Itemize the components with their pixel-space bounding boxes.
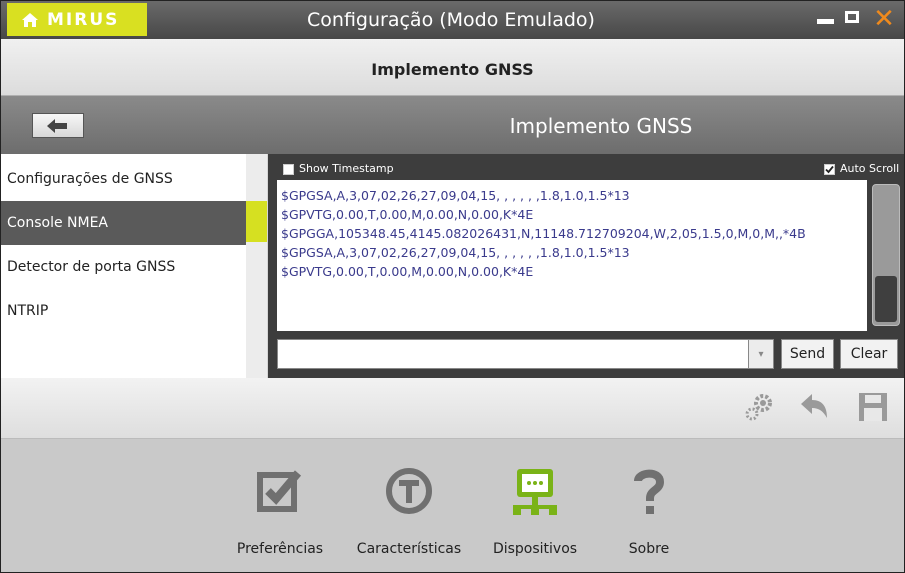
auto-scroll-label: Auto Scroll: [840, 162, 900, 175]
nav-label: Dispositivos: [492, 541, 578, 557]
nav-preferences[interactable]: Preferências: [220, 465, 340, 557]
log-line: $GPGSA,A,3,07,02,26,27,09,04,15, , , , ,…: [281, 188, 630, 203]
network-device-icon: [513, 469, 557, 515]
question-icon: [634, 469, 665, 514]
menu-item-ntrip[interactable]: NTRIP: [1, 289, 246, 333]
app-logo[interactable]: MIRUS: [7, 3, 147, 36]
maximize-button[interactable]: [845, 11, 859, 23]
clear-button[interactable]: Clear: [840, 339, 898, 369]
section-header: Implemento GNSS: [1, 96, 904, 154]
section-title: Implemento GNSS: [509, 114, 693, 138]
log-line: $GPVTG,0.00,T,0.00,M,0.00,N,0.00,K*4E: [281, 207, 534, 222]
t-circle-icon: [386, 468, 432, 514]
title-bar: MIRUS Configuração (Modo Emulado) ✕: [1, 1, 904, 39]
home-icon: [22, 12, 38, 27]
log-line: $GPVTG,0.00,T,0.00,M,0.00,N,0.00,K*4E: [281, 264, 534, 279]
log-scrollbar-thumb[interactable]: [875, 276, 897, 322]
close-button[interactable]: ✕: [871, 5, 897, 33]
minimize-button[interactable]: [817, 19, 834, 24]
menu-item-nmea-console[interactable]: Console NMEA: [1, 201, 246, 245]
nmea-console-panel: Show Timestamp Auto Scroll $GPGSA,A,3,07…: [268, 154, 904, 378]
history-dropdown-button[interactable]: ▾: [748, 339, 774, 369]
nav-label: Preferências: [236, 541, 324, 557]
arrow-left-icon: [47, 118, 67, 133]
bottom-navigation: Preferências Características Dispositivo…: [1, 439, 904, 572]
page-title: Implemento GNSS: [1, 39, 904, 96]
nav-devices[interactable]: Dispositivos: [475, 465, 595, 557]
menu-selection-marker: [246, 201, 267, 242]
send-button[interactable]: Send: [781, 339, 834, 369]
show-timestamp-checkbox[interactable]: [283, 164, 294, 175]
nmea-log[interactable]: $GPGSA,A,3,07,02,26,27,09,04,15, , , , ,…: [277, 180, 867, 331]
nav-characteristics[interactable]: Características: [349, 465, 469, 557]
side-menu: Configurações de GNSS Console NMEA Detec…: [1, 154, 267, 378]
nav-label: Sobre: [628, 541, 670, 557]
back-button[interactable]: [32, 113, 84, 138]
nav-label: Características: [356, 541, 462, 557]
nav-about[interactable]: Sobre: [589, 465, 709, 557]
checkmark-icon: [825, 165, 834, 174]
menu-item-gnss-settings[interactable]: Configurações de GNSS: [1, 157, 246, 201]
gears-icon[interactable]: [741, 390, 777, 424]
save-icon[interactable]: [855, 390, 891, 424]
window-title: Configuração (Modo Emulado): [307, 9, 595, 31]
menu-item-port-detector[interactable]: Detector de porta GNSS: [1, 245, 246, 289]
action-toolbar: [1, 378, 904, 439]
app-window: MIRUS Configuração (Modo Emulado) ✕ Impl…: [0, 0, 905, 573]
command-input[interactable]: [277, 339, 773, 369]
menu-scrollbar[interactable]: [246, 154, 267, 378]
log-line: $GPGGA,105348.45,4145.082026431,N,11148.…: [281, 226, 806, 241]
checkbox-icon: [257, 470, 302, 512]
show-timestamp-label: Show Timestamp: [299, 162, 394, 175]
undo-icon[interactable]: [797, 390, 833, 424]
log-line: $GPGSA,A,3,07,02,26,27,09,04,15, , , , ,…: [281, 245, 630, 260]
auto-scroll-checkbox[interactable]: [824, 164, 835, 175]
brand-name: MIRUS: [47, 9, 120, 30]
log-scrollbar[interactable]: [872, 184, 900, 326]
